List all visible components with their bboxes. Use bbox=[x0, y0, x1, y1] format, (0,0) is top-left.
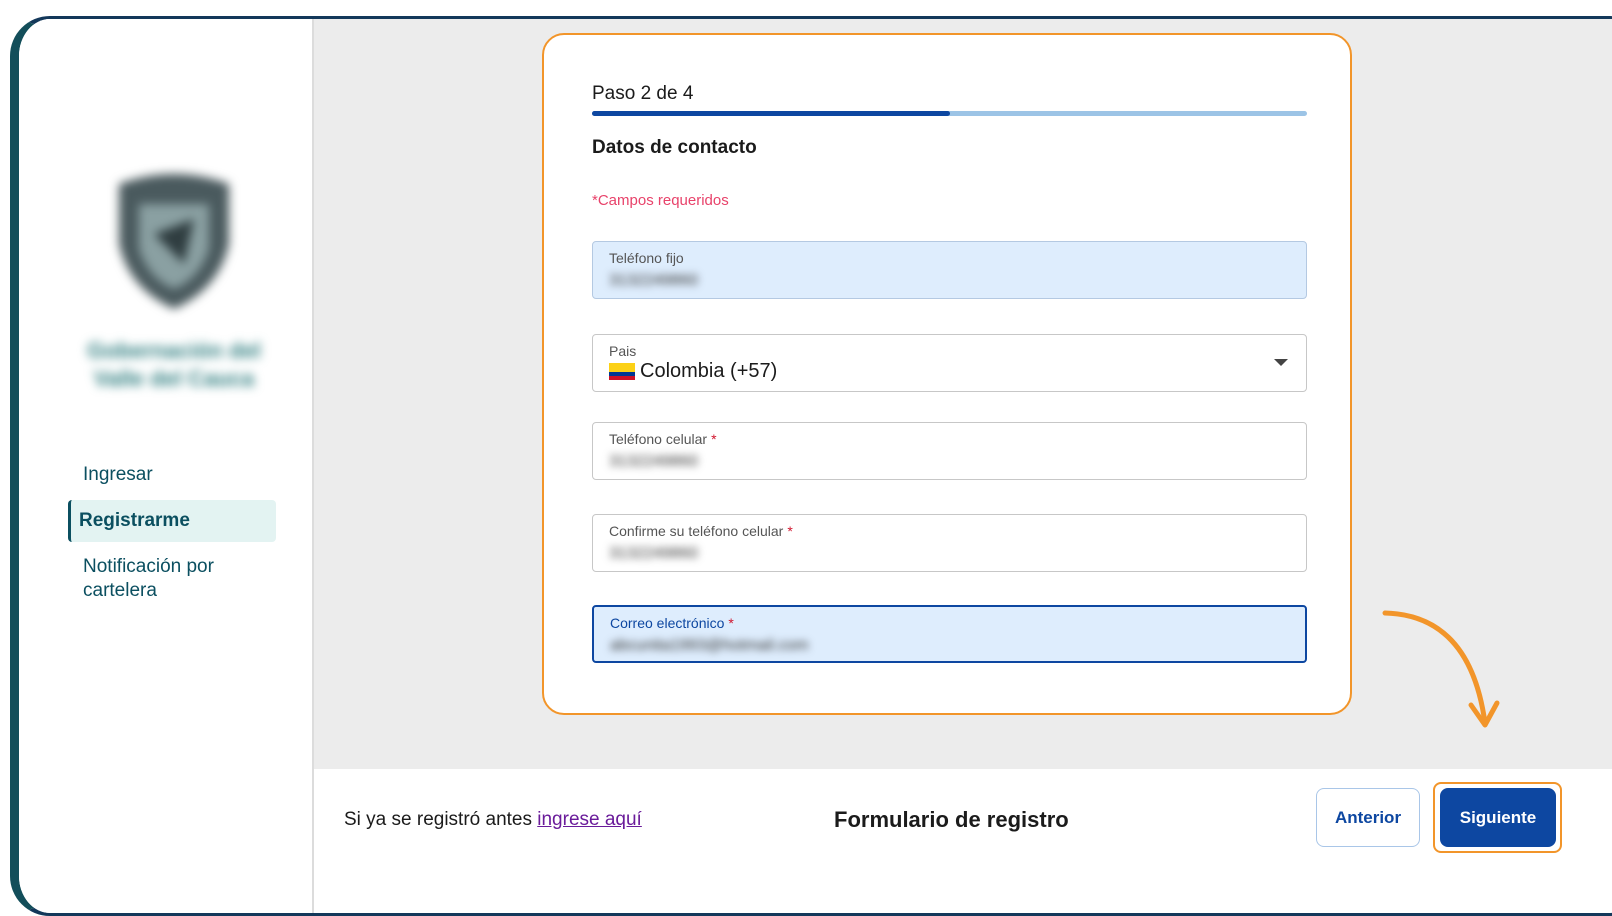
coat-of-arms-icon bbox=[119, 174, 229, 309]
sidebar-item-registrarme[interactable]: Registrarme bbox=[68, 500, 276, 542]
app-window: Gobernación del Valle del Cauca Ingresar… bbox=[10, 16, 1612, 916]
mobile-confirm-label: Confirme su teléfono celular * bbox=[609, 523, 793, 539]
step-label: Paso 2 de 4 bbox=[592, 83, 694, 104]
login-prompt: Si ya se registró antes ingrese aquí bbox=[344, 809, 642, 830]
country-label: Pais bbox=[609, 343, 637, 359]
footer: Si ya se registró antes ingrese aquí For… bbox=[314, 769, 1612, 879]
curved-arrow-icon bbox=[1382, 610, 1500, 728]
mobile-label: Teléfono celular * bbox=[609, 431, 717, 447]
email-label: Correo electrónico * bbox=[610, 615, 734, 631]
mobile-value: 3132249860 bbox=[609, 453, 698, 470]
country-text: Colombia (+57) bbox=[640, 360, 778, 382]
mobile-confirm-value: 3132249860 bbox=[609, 545, 698, 562]
previous-button[interactable]: Anterior bbox=[1316, 788, 1420, 847]
sidebar-nav: Ingresar Registrarme Notificación por ca… bbox=[68, 454, 276, 616]
email-value: abcunita1993@hotmail.com bbox=[610, 637, 809, 654]
country-value: Colombia (+57) bbox=[609, 360, 777, 383]
landline-field[interactable]: Teléfono fijo 3132249860 bbox=[592, 241, 1307, 299]
landline-value: 3132249860 bbox=[609, 272, 698, 289]
registration-card: Paso 2 de 4 Datos de contacto *Campos re… bbox=[542, 33, 1352, 715]
colombia-flag-icon bbox=[609, 363, 635, 380]
next-button[interactable]: Siguiente bbox=[1440, 788, 1556, 847]
progress-bar bbox=[592, 111, 1307, 116]
email-field[interactable]: Correo electrónico * abcunita1993@hotmail… bbox=[592, 605, 1307, 663]
sidebar-item-ingresar[interactable]: Ingresar bbox=[68, 454, 276, 496]
required-star: * bbox=[711, 431, 717, 447]
section-title: Datos de contacto bbox=[592, 137, 757, 158]
progress-fill bbox=[592, 111, 950, 116]
form-title: Formulario de registro bbox=[834, 807, 1069, 832]
org-name: Gobernación del Valle del Cauca bbox=[87, 338, 261, 391]
mobile-field[interactable]: Teléfono celular * 3132249860 bbox=[592, 422, 1307, 480]
logo bbox=[89, 159, 259, 319]
mobile-confirm-field[interactable]: Confirme su teléfono celular * 3132249860 bbox=[592, 514, 1307, 572]
chevron-down-icon[interactable] bbox=[1274, 359, 1288, 366]
required-note: *Campos requeridos bbox=[592, 192, 729, 209]
country-select[interactable]: Pais Colombia (+57) bbox=[592, 334, 1307, 392]
sidebar-item-notificacion[interactable]: Notificación por cartelera bbox=[68, 546, 276, 612]
login-link[interactable]: ingrese aquí bbox=[537, 809, 642, 830]
required-star: * bbox=[787, 523, 793, 539]
landline-label: Teléfono fijo bbox=[609, 250, 684, 266]
sidebar: Gobernación del Valle del Cauca Ingresar… bbox=[19, 19, 314, 913]
required-star: * bbox=[728, 615, 734, 631]
